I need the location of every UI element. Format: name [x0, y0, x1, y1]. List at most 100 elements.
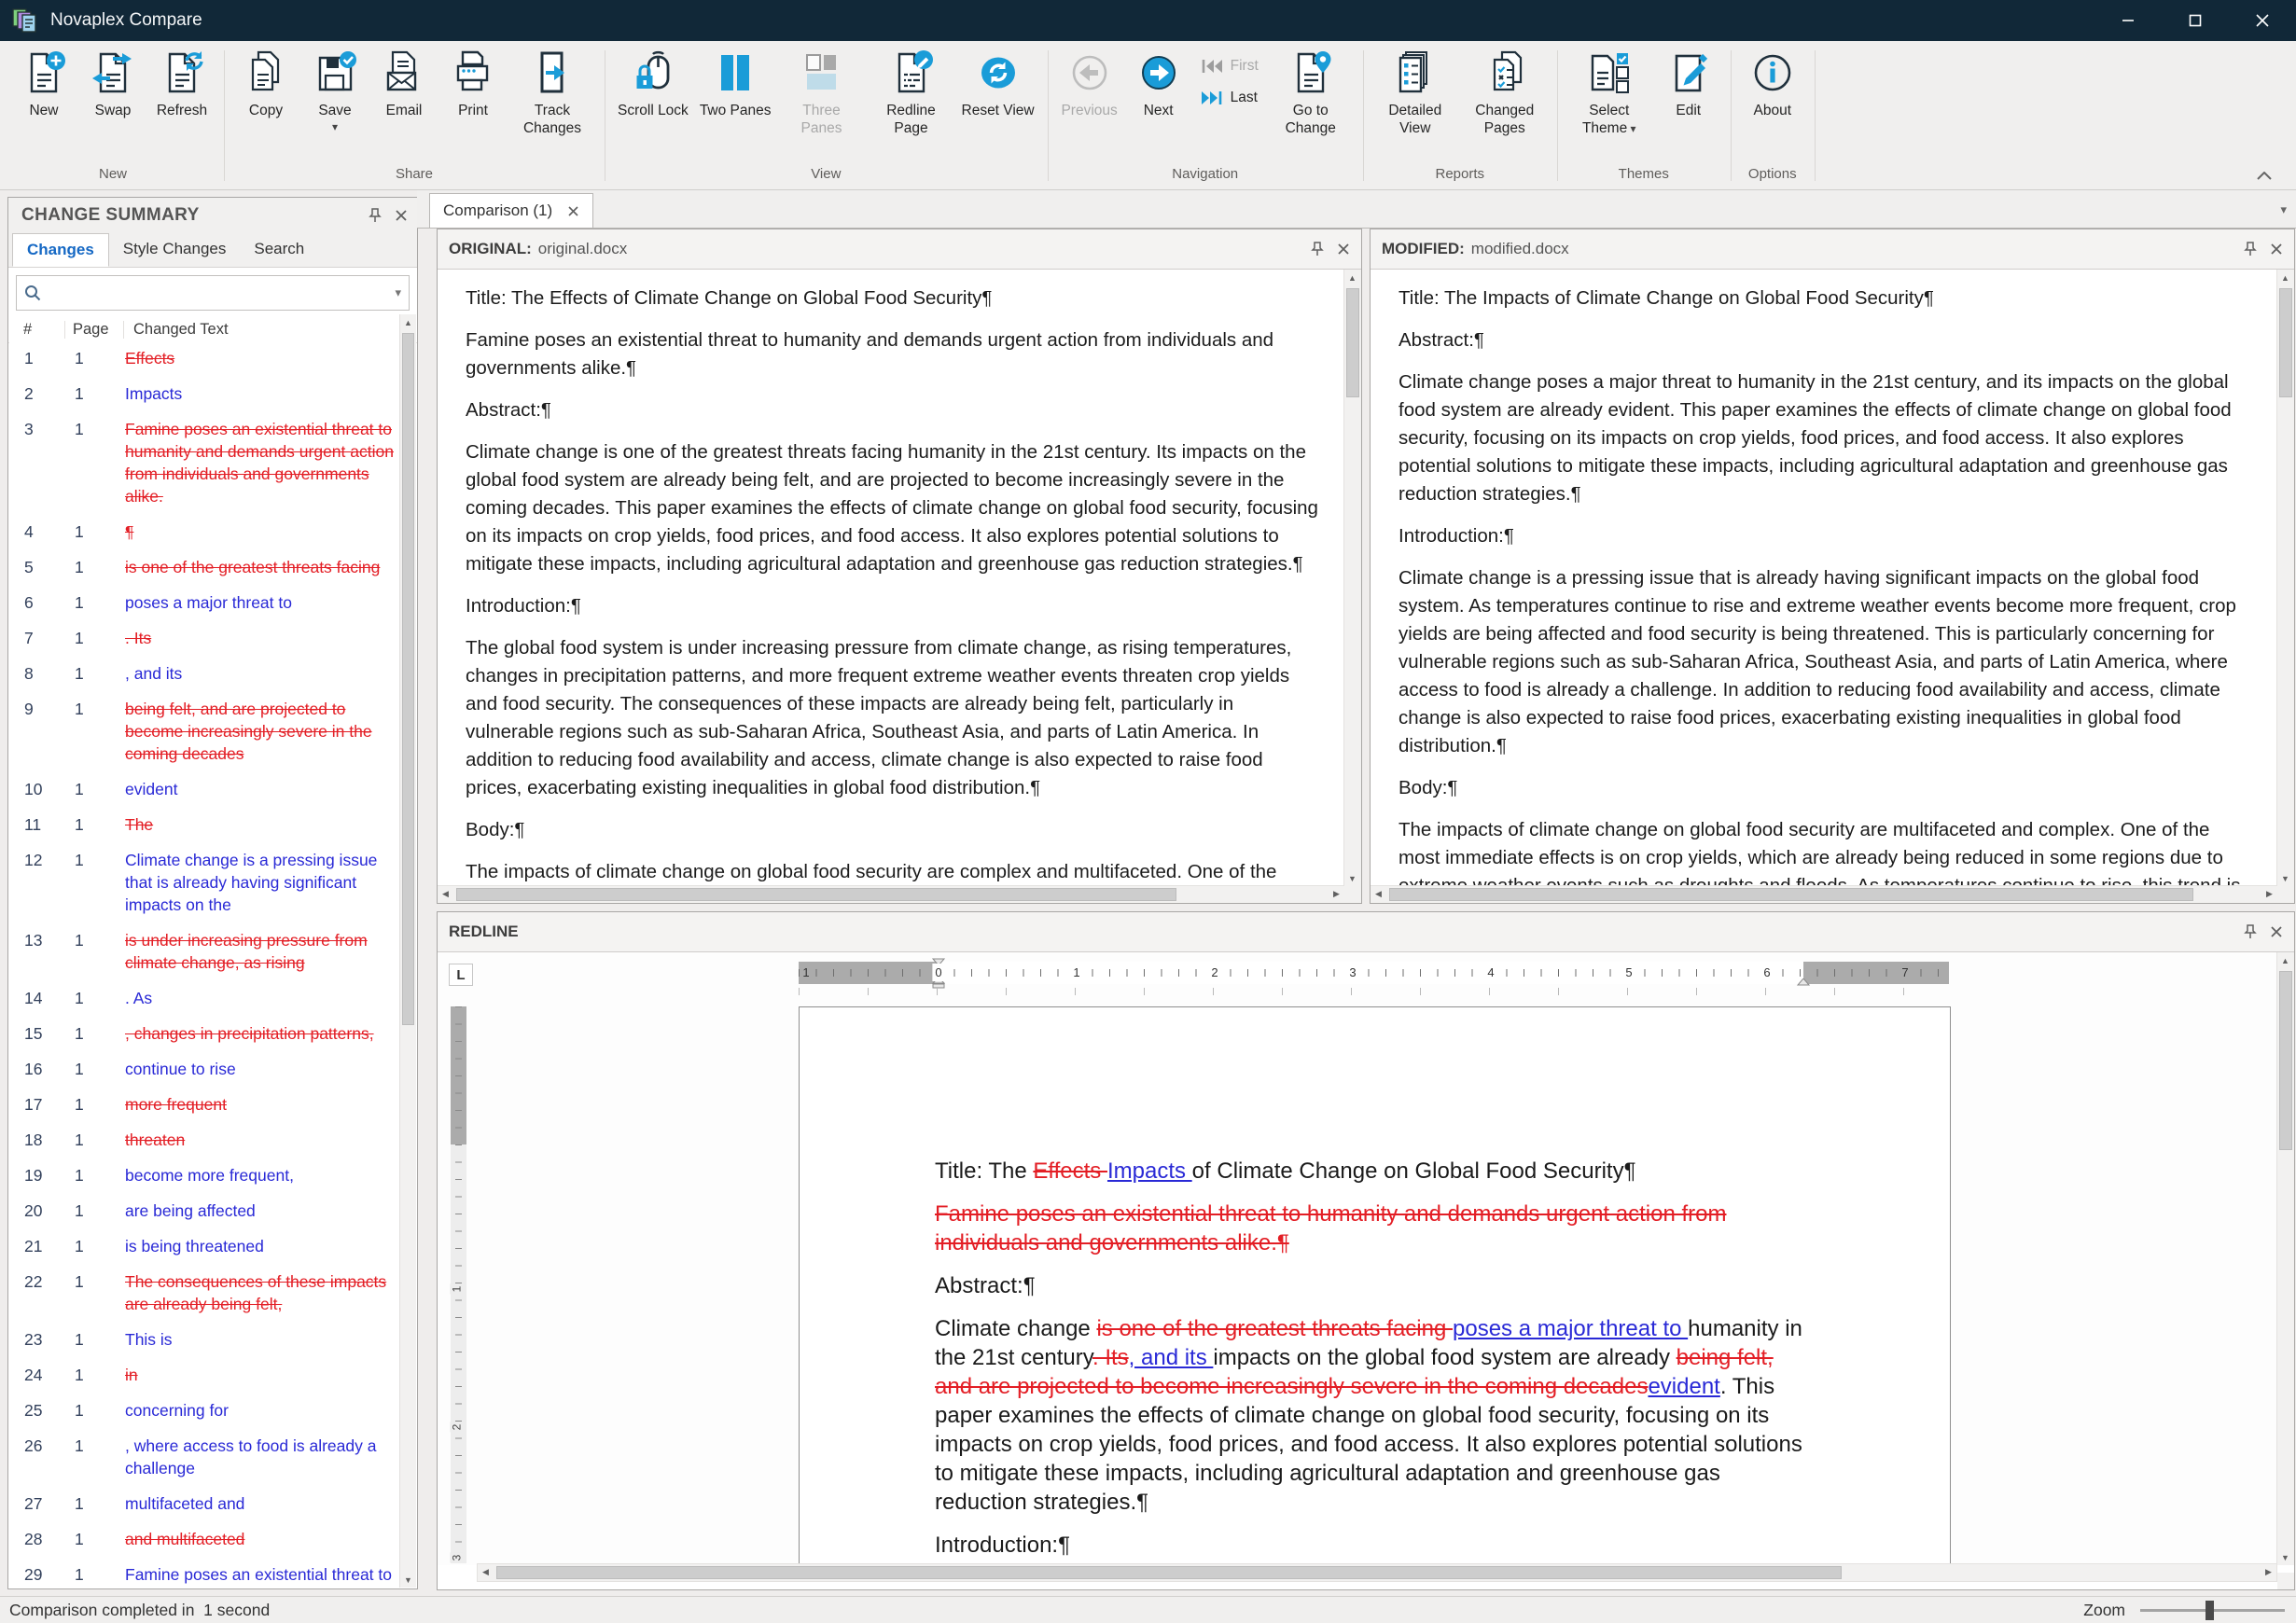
pin-icon[interactable]: [2244, 242, 2257, 257]
change-row[interactable]: 11Effects: [9, 340, 400, 376]
ribbon-button-last[interactable]: Last: [1201, 90, 1259, 106]
close-icon[interactable]: [567, 205, 579, 217]
close-button[interactable]: [2229, 0, 2296, 41]
ribbon-button-two-panes[interactable]: Two Panes: [694, 45, 777, 119]
ribbon-button-save[interactable]: Save▾: [300, 45, 369, 133]
ribbon-button-email[interactable]: Email: [369, 45, 438, 119]
change-row[interactable]: 111The: [9, 807, 400, 842]
horizontal-ruler[interactable]: 101234567: [799, 962, 1949, 984]
close-icon[interactable]: [2270, 243, 2283, 256]
ribbon-button-next[interactable]: Next: [1124, 45, 1193, 119]
ribbon-button-track-changes[interactable]: Track Changes: [508, 45, 597, 137]
ribbon-button-detailed-view[interactable]: Detailed View: [1371, 45, 1460, 137]
scrollbar-thumb[interactable]: [496, 1566, 1842, 1579]
tab-comparison[interactable]: Comparison (1): [429, 193, 593, 228]
scroll-down-icon[interactable]: ▼: [2277, 1549, 2293, 1565]
scroll-left-icon[interactable]: ◀: [438, 886, 453, 902]
original-horizontal-scrollbar[interactable]: ◀ ▶: [438, 885, 1344, 903]
scrollbar-thumb[interactable]: [1346, 288, 1359, 397]
scroll-right-icon[interactable]: ▶: [2261, 1564, 2276, 1580]
change-row[interactable]: 241in: [9, 1357, 400, 1393]
change-list-scrollbar[interactable]: ▲ ▼: [399, 314, 416, 1588]
change-row[interactable]: 261, where access to food is already a c…: [9, 1428, 400, 1486]
ribbon-button-new[interactable]: New: [9, 45, 78, 119]
original-vertical-scrollbar[interactable]: ▲ ▼: [1343, 270, 1361, 886]
ribbon-button-changed-pages[interactable]: Changed Pages: [1460, 45, 1550, 137]
change-row[interactable]: 71. Its: [9, 620, 400, 656]
ribbon-button-about[interactable]: About: [1738, 45, 1807, 119]
tab-changes[interactable]: Changes: [12, 233, 109, 267]
chevron-down-icon[interactable]: ▾: [389, 285, 401, 300]
search-combobox[interactable]: ▾: [16, 275, 410, 311]
scrollbar-thumb[interactable]: [1389, 888, 2193, 901]
redline-vertical-scrollbar[interactable]: ▲ ▼: [2276, 952, 2294, 1565]
change-row[interactable]: 131is under increasing pressure from cli…: [9, 922, 400, 980]
tab-list-chevron-icon[interactable]: ▾: [2280, 202, 2287, 217]
change-row[interactable]: 61poses a major threat to: [9, 585, 400, 620]
change-row[interactable]: 221The consequences of these impacts are…: [9, 1264, 400, 1322]
scroll-up-icon[interactable]: ▲: [2277, 270, 2293, 285]
change-row[interactable]: 91being felt, and are projected to becom…: [9, 691, 400, 771]
ribbon-button-first[interactable]: First: [1201, 58, 1259, 75]
change-row[interactable]: 271multifaceted and: [9, 1486, 400, 1521]
ribbon-button-swap[interactable]: Swap: [78, 45, 147, 119]
dropdown-arrow-icon[interactable]: ▾: [332, 120, 338, 133]
maximize-button[interactable]: [2162, 0, 2229, 41]
pin-icon[interactable]: [2244, 924, 2257, 939]
original-document[interactable]: Title: The Effects of Climate Change on …: [438, 270, 1344, 886]
change-row[interactable]: 291Famine poses an existential threat to…: [9, 1557, 400, 1588]
change-row[interactable]: 141. As: [9, 980, 400, 1016]
change-row[interactable]: 31Famine poses an existential threat to …: [9, 411, 400, 514]
redline-horizontal-scrollbar[interactable]: ◀ ▶: [477, 1563, 2277, 1582]
pin-icon[interactable]: [1311, 242, 1324, 257]
ribbon-button-reset-view[interactable]: Reset View: [956, 45, 1040, 119]
change-row[interactable]: 101evident: [9, 771, 400, 807]
scroll-down-icon[interactable]: ▼: [1344, 870, 1360, 886]
change-row[interactable]: 181threaten: [9, 1122, 400, 1158]
change-row[interactable]: 121Climate change is a pressing issue th…: [9, 842, 400, 922]
scrollbar-thumb[interactable]: [456, 888, 1176, 901]
change-row[interactable]: 231This is: [9, 1322, 400, 1357]
change-row[interactable]: 81, and its: [9, 656, 400, 691]
change-row[interactable]: 251concerning for: [9, 1393, 400, 1428]
scroll-up-icon[interactable]: ▲: [400, 314, 416, 330]
ribbon-button-select-theme[interactable]: Select Theme ▾: [1565, 45, 1654, 138]
ribbon-button-redline-page[interactable]: Redline Page: [867, 45, 956, 137]
ribbon-button-copy[interactable]: Copy: [231, 45, 300, 119]
pin-icon[interactable]: [369, 208, 382, 223]
ribbon-button-edit[interactable]: Edit: [1654, 45, 1723, 119]
modified-document[interactable]: Title: The Impacts of Climate Change on …: [1371, 270, 2277, 886]
close-icon[interactable]: [2270, 925, 2283, 938]
ribbon-button-go-to-change[interactable]: Go to Change: [1266, 45, 1356, 137]
modified-horizontal-scrollbar[interactable]: ◀ ▶: [1371, 885, 2277, 903]
change-row[interactable]: 161continue to rise: [9, 1051, 400, 1087]
scroll-up-icon[interactable]: ▲: [1344, 270, 1360, 285]
minimize-button[interactable]: [2094, 0, 2162, 41]
close-icon[interactable]: [395, 209, 408, 222]
tab-stop-selector[interactable]: L: [449, 964, 473, 986]
scroll-down-icon[interactable]: ▼: [400, 1572, 416, 1588]
scroll-right-icon[interactable]: ▶: [1329, 886, 1344, 902]
close-icon[interactable]: [1337, 243, 1350, 256]
change-row[interactable]: 201are being affected: [9, 1193, 400, 1228]
scroll-left-icon[interactable]: ◀: [1371, 886, 1386, 902]
change-row[interactable]: 281and multifaceted: [9, 1521, 400, 1557]
right-indent-marker[interactable]: [1797, 978, 1810, 986]
change-row[interactable]: 21Impacts: [9, 376, 400, 411]
search-input[interactable]: [41, 284, 389, 302]
modified-vertical-scrollbar[interactable]: ▲ ▼: [2276, 270, 2294, 886]
scrollbar-thumb[interactable]: [2279, 971, 2292, 1150]
change-row[interactable]: 151, changes in precipitation patterns,: [9, 1016, 400, 1051]
scroll-up-icon[interactable]: ▲: [2277, 952, 2293, 968]
zoom-slider[interactable]: [2140, 1609, 2285, 1612]
zoom-slider-handle[interactable]: [2206, 1601, 2214, 1620]
tab-style-changes[interactable]: Style Changes: [109, 233, 241, 267]
scrollbar-thumb[interactable]: [2279, 288, 2292, 397]
ribbon-button-three-panes[interactable]: Three Panes: [777, 45, 867, 137]
ribbon-button-scroll-lock[interactable]: Scroll Lock: [612, 45, 694, 119]
change-row[interactable]: 41¶: [9, 514, 400, 549]
change-row[interactable]: 191become more frequent,: [9, 1158, 400, 1193]
change-row[interactable]: 211is being threatened: [9, 1228, 400, 1264]
ribbon-button-refresh[interactable]: Refresh: [147, 45, 216, 119]
collapse-ribbon-icon[interactable]: [2257, 172, 2272, 180]
